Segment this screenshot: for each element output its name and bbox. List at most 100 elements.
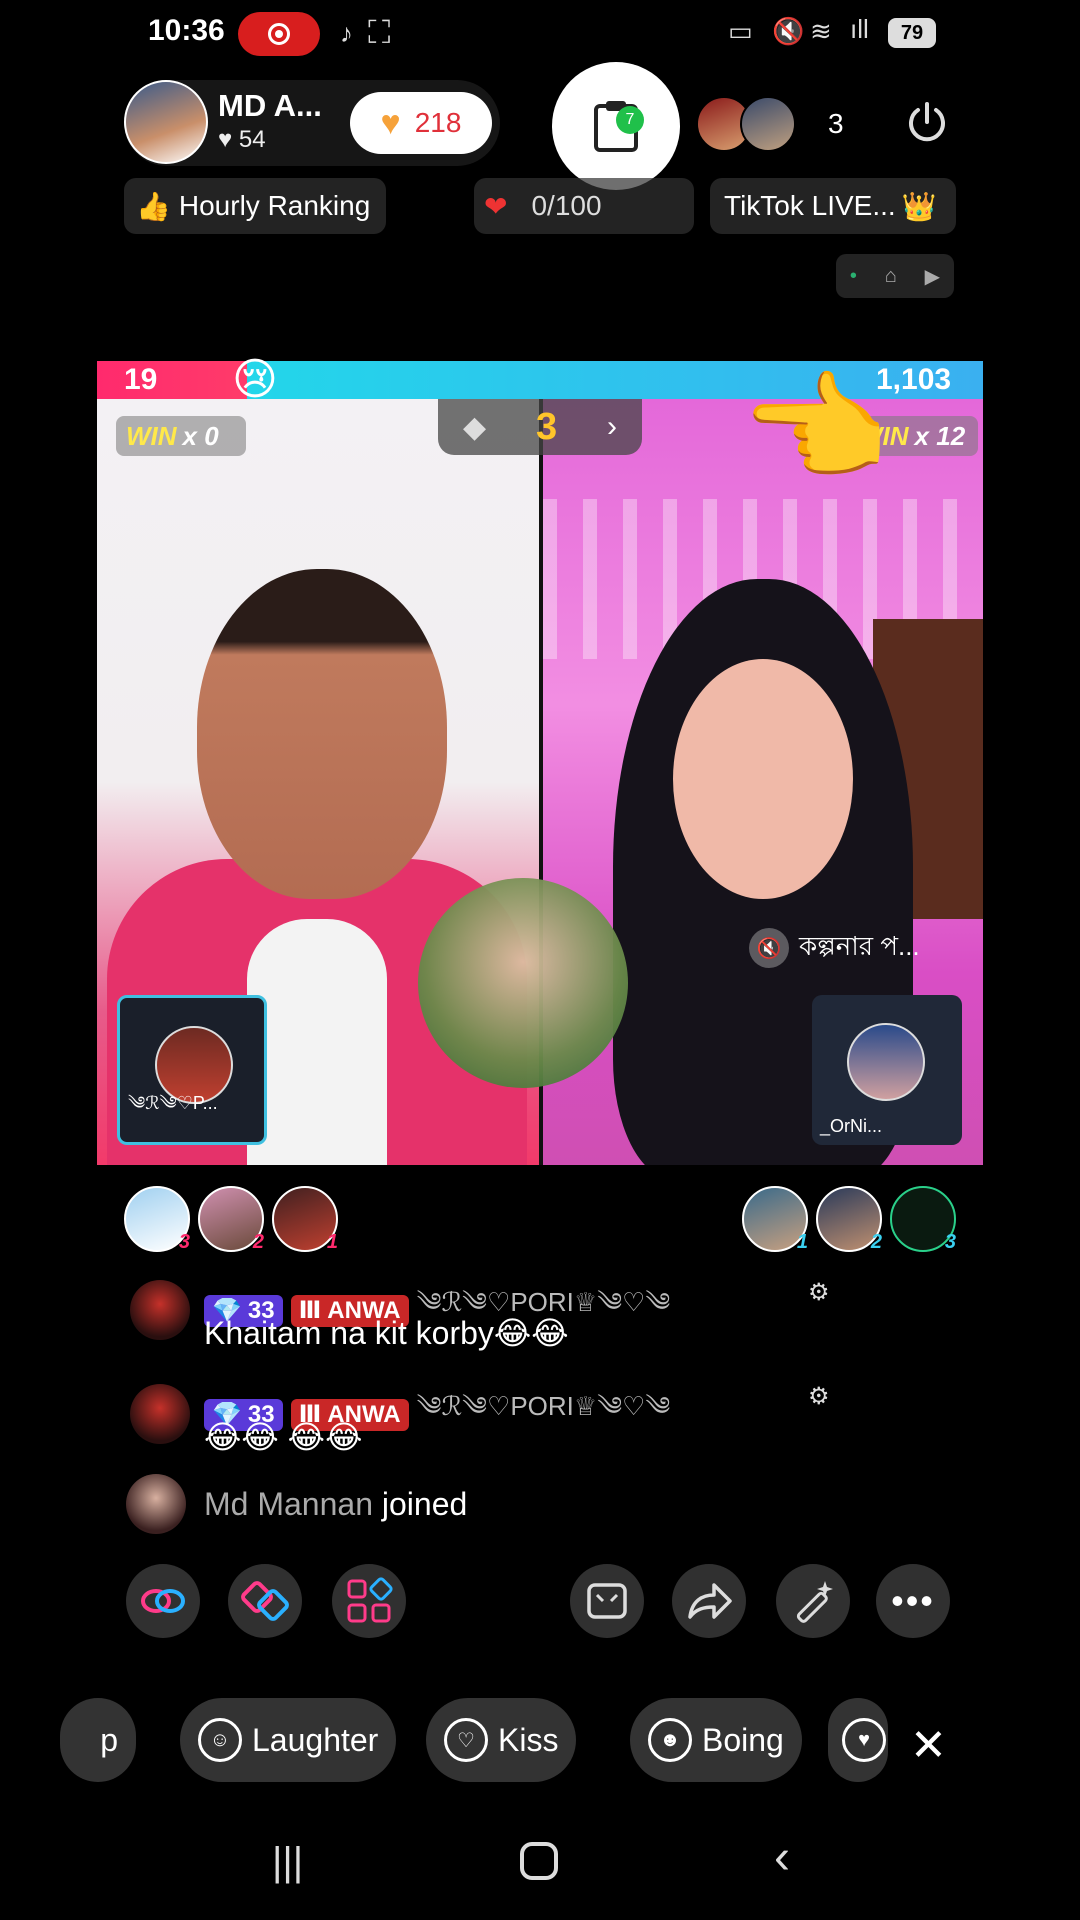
quest-progress-pill[interactable]: ❤ 0/100 bbox=[474, 178, 694, 234]
screen-record-indicator[interactable] bbox=[238, 12, 320, 56]
right-guest-pip[interactable]: _OrNi... bbox=[812, 995, 962, 1145]
record-icon bbox=[268, 23, 290, 45]
battle-round-pill[interactable]: ◆ 3 › bbox=[438, 399, 642, 455]
supporter-rank: 3 bbox=[178, 1231, 190, 1253]
crown-icon: 👑 bbox=[901, 190, 937, 222]
diamond-icon: ◆ bbox=[462, 410, 487, 444]
more-dots-icon: ••• bbox=[891, 1580, 935, 1621]
host-name: MD A... bbox=[218, 88, 322, 123]
tiktok-notification-icon: ♪ bbox=[340, 18, 353, 48]
host-avatar[interactable] bbox=[124, 80, 208, 164]
share-button[interactable] bbox=[672, 1564, 746, 1638]
supporter-rank: 1 bbox=[796, 1231, 808, 1253]
link-button[interactable] bbox=[126, 1564, 200, 1638]
left-win-label: WIN bbox=[126, 420, 177, 451]
supporter-avatar[interactable]: 3 bbox=[124, 1186, 190, 1253]
battle-match-icon bbox=[241, 1581, 289, 1621]
supporter-avatar[interactable]: 1 bbox=[742, 1186, 808, 1253]
status-time: 10:36 bbox=[148, 14, 225, 47]
close-reactions-icon[interactable]: ✕ bbox=[910, 1720, 947, 1771]
join-avatar[interactable] bbox=[126, 1474, 186, 1534]
top-viewers[interactable] bbox=[696, 96, 796, 152]
sticker-button[interactable] bbox=[570, 1564, 644, 1638]
laughing-face-icon: ☺ bbox=[198, 1718, 242, 1762]
host-figure-tshirt bbox=[247, 919, 387, 1165]
reaction-boing-label: Boing bbox=[702, 1721, 784, 1758]
speaker-muted-icon: 🔇 bbox=[749, 928, 789, 968]
share-arrow-icon bbox=[688, 1583, 732, 1619]
left-guest-name: ༄ℛ༄♡P... bbox=[128, 1093, 218, 1113]
tiktok-live-pill[interactable]: TikTok LIVE... 👑 bbox=[710, 178, 956, 234]
cast-icon: ▭ bbox=[728, 16, 753, 46]
power-button[interactable] bbox=[902, 98, 952, 148]
join-username[interactable]: Md Mannan bbox=[204, 1486, 373, 1522]
viewer-count[interactable]: 3 bbox=[828, 108, 844, 140]
supporter-avatar[interactable]: 2 bbox=[198, 1186, 264, 1253]
mute-icon: 🔇 bbox=[772, 16, 805, 46]
score-bar-left bbox=[97, 361, 247, 399]
heart-icon: ♥ bbox=[218, 126, 233, 153]
lips-icon: ♡ bbox=[444, 1718, 488, 1762]
supporter-avatar[interactable]: 1 bbox=[272, 1186, 338, 1253]
guest-circle-video[interactable] bbox=[418, 878, 628, 1088]
chat-avatar[interactable] bbox=[130, 1280, 190, 1340]
recent-apps-icon[interactable]: ||| bbox=[272, 1840, 303, 1885]
tongue-face-icon: ☻ bbox=[648, 1718, 692, 1762]
right-guest-name: _OrNi... bbox=[820, 1116, 883, 1136]
chat-username[interactable]: ༄ℛ༄♡PORI♕༄♡༄ bbox=[417, 1378, 671, 1451]
orange-heart-icon: ♥ bbox=[380, 103, 401, 142]
user-settings-icon[interactable]: ⚙ bbox=[808, 1278, 830, 1307]
magic-wand-icon bbox=[796, 1581, 833, 1623]
right-supporters[interactable]: 1 2 3 bbox=[740, 1186, 960, 1256]
left-guest-pip[interactable]: ༄ℛ༄♡P... bbox=[117, 995, 267, 1145]
heart-gift-icon: ❤ bbox=[484, 190, 508, 222]
round-number: 3 bbox=[535, 405, 558, 448]
host-likes: ♥ 54 bbox=[218, 126, 266, 154]
thumb-icon: 👍 bbox=[136, 190, 171, 222]
supporter-rank: 2 bbox=[252, 1231, 264, 1253]
opponent-figure-face bbox=[673, 659, 853, 899]
more-button[interactable]: ••• bbox=[876, 1564, 950, 1638]
signal-icon: ıll bbox=[850, 14, 869, 44]
home-icon[interactable]: ⌂ bbox=[885, 265, 897, 288]
muted-guest-name: কল্পনার প... bbox=[799, 931, 920, 961]
clipboard-button[interactable]: 7 bbox=[552, 62, 680, 190]
hourly-ranking-pill[interactable]: 👍 Hourly Ranking bbox=[124, 178, 386, 234]
reaction-partial-label: p bbox=[100, 1721, 118, 1758]
join-action: joined bbox=[381, 1486, 468, 1522]
supporter-avatar[interactable]: 3 bbox=[890, 1186, 956, 1253]
play-icon[interactable]: ▶ bbox=[925, 264, 940, 289]
reaction-boing[interactable]: ☻ Boing bbox=[630, 1698, 802, 1782]
reaction-laughter-label: Laughter bbox=[252, 1721, 379, 1758]
mini-controls[interactable]: • ⌂ ▶ bbox=[836, 254, 954, 298]
chat-message: Khaitam na kit korby😂😂 bbox=[204, 1315, 569, 1351]
chat-message: 😂😂 😂😂 bbox=[204, 1419, 363, 1455]
follow-button[interactable]: ♥ 218 bbox=[350, 92, 492, 154]
sticker-icon bbox=[587, 1583, 627, 1619]
left-supporters[interactable]: 3 2 1 bbox=[124, 1186, 344, 1256]
match-button[interactable] bbox=[228, 1564, 302, 1638]
muted-guest-tag[interactable]: 🔇 কল্পনার প... bbox=[735, 926, 934, 970]
magic-button[interactable] bbox=[776, 1564, 850, 1638]
right-guest-avatar bbox=[847, 1023, 925, 1101]
chevron-right-icon: › bbox=[607, 410, 618, 443]
quest-progress-text: 0/100 bbox=[531, 190, 602, 221]
supporter-avatar[interactable]: 2 bbox=[816, 1186, 882, 1253]
back-nav-icon[interactable]: ‹ bbox=[774, 1830, 790, 1885]
supporter-rank: 2 bbox=[870, 1231, 882, 1253]
reaction-laughter[interactable]: ☺ Laughter bbox=[180, 1698, 397, 1782]
reaction-heartbeat[interactable]: ♥ bbox=[828, 1698, 888, 1782]
host-figure-face bbox=[197, 569, 447, 899]
chat-avatar[interactable] bbox=[130, 1384, 190, 1444]
follow-count: 218 bbox=[414, 107, 462, 138]
right-win-count: x 12 bbox=[914, 420, 966, 451]
heartbeat-icon: ♥ bbox=[842, 1718, 886, 1762]
viewer-avatar[interactable] bbox=[740, 96, 796, 152]
pointing-hand-icon: 👈 bbox=[740, 362, 890, 496]
reaction-partial[interactable]: p bbox=[60, 1698, 136, 1782]
home-nav-icon[interactable] bbox=[520, 1842, 558, 1880]
user-settings-icon[interactable]: ⚙ bbox=[808, 1382, 830, 1411]
reaction-kiss[interactable]: ♡ Kiss bbox=[426, 1698, 577, 1782]
reaction-kiss-label: Kiss bbox=[498, 1721, 559, 1758]
apps-button[interactable] bbox=[332, 1564, 406, 1638]
